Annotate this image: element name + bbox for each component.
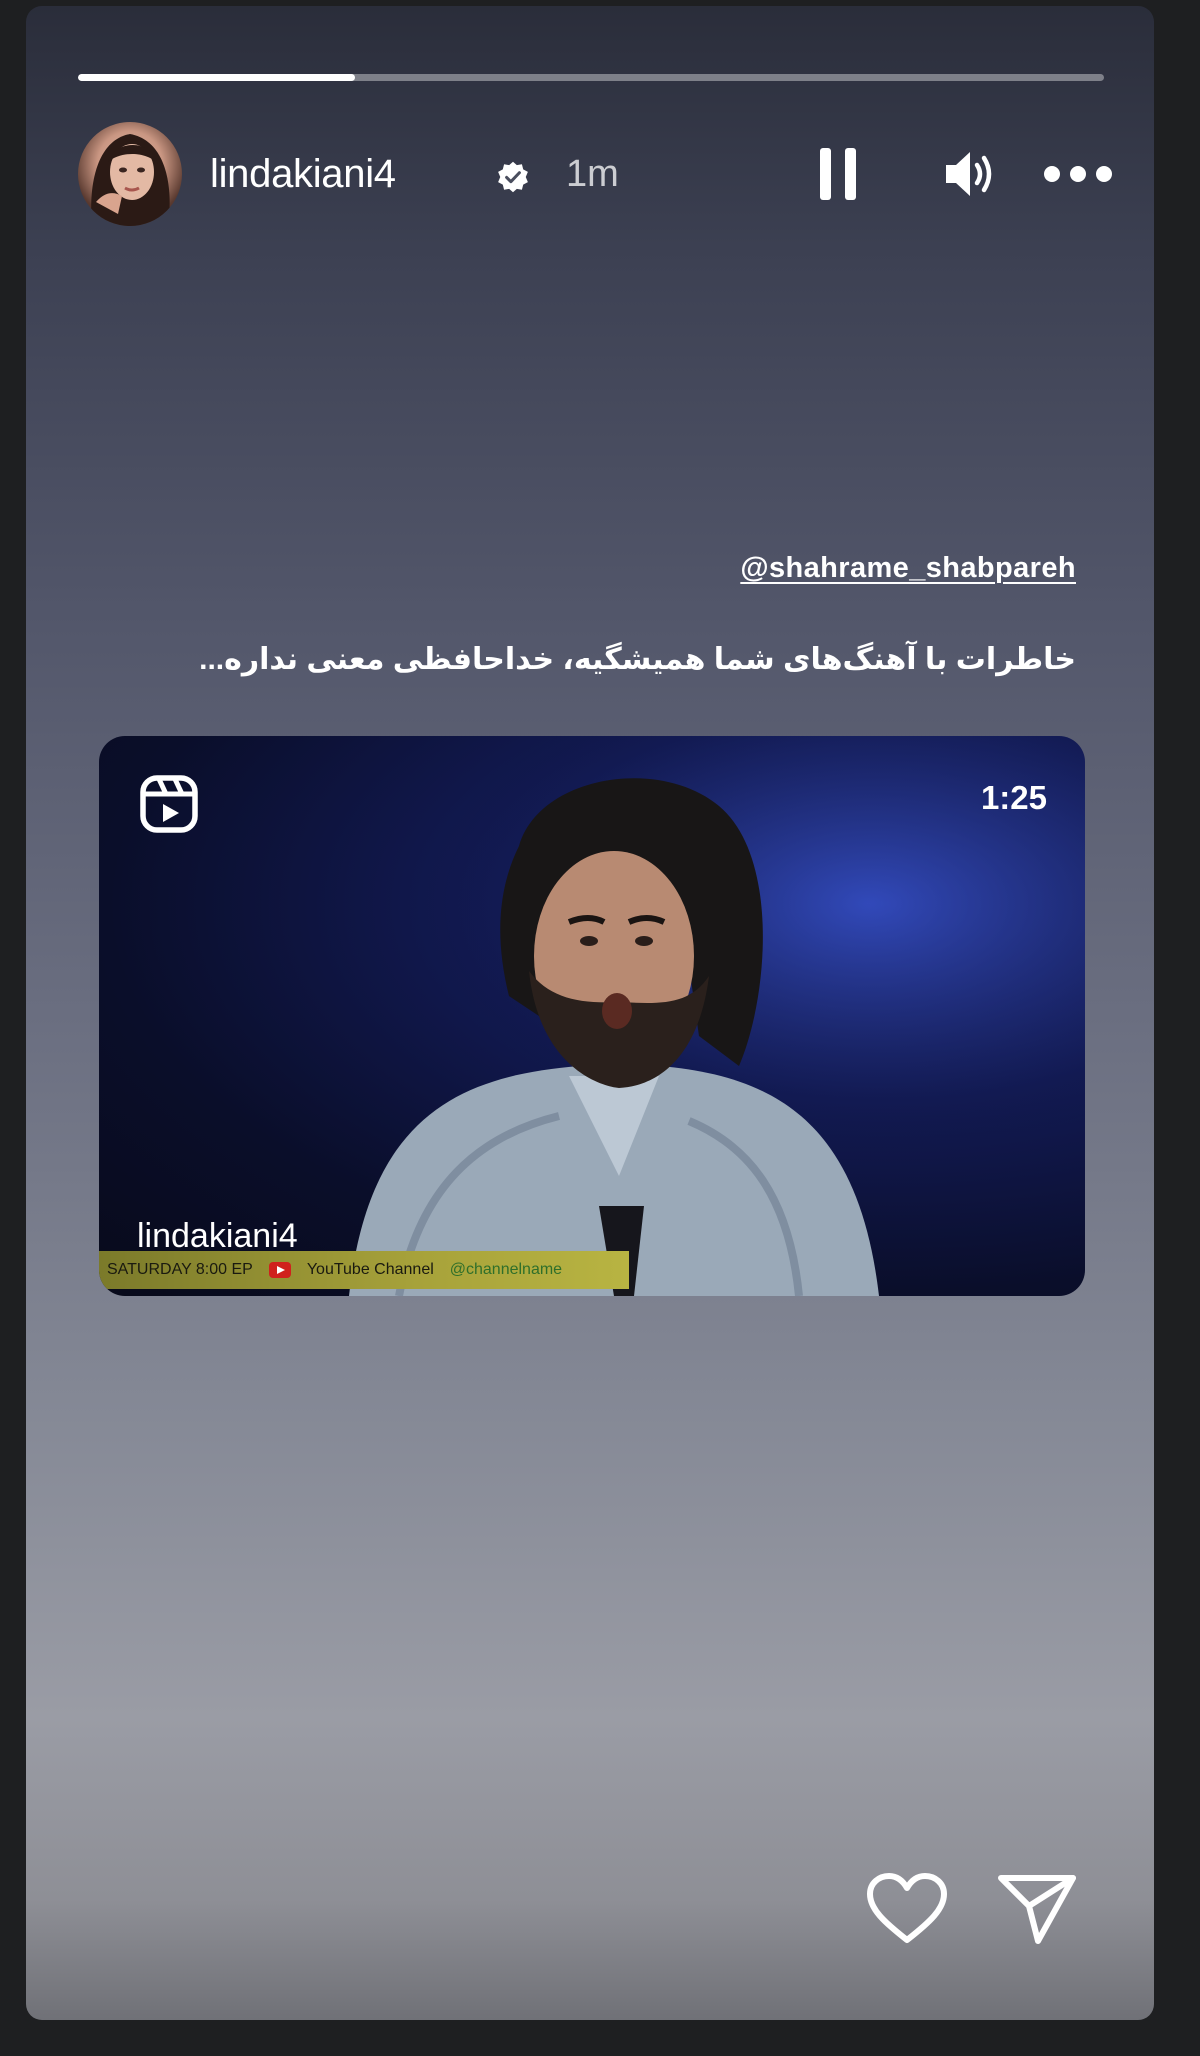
story-progress-fill	[78, 74, 356, 81]
story-caption: خاطرات با آهنگ‌های شما همیشگیه، خداحافظی…	[199, 643, 1076, 676]
reels-icon	[140, 775, 198, 833]
avatar[interactable]	[78, 122, 182, 226]
video-ticker-bar: SATURDAY 8:00 EP YouTube Channel @channe…	[99, 1251, 629, 1289]
video-duration: 1:25	[980, 779, 1047, 816]
more-options-button[interactable]	[1038, 144, 1118, 204]
share-button[interactable]	[992, 1864, 1082, 1954]
story-header: lindakiani4 1m	[78, 122, 1112, 232]
mention-sticker[interactable]: @shahrame_shabpareh	[636, 544, 1076, 592]
ticker-left-text: SATURDAY 8:00 EP	[107, 1261, 253, 1278]
pause-button[interactable]	[808, 144, 868, 204]
heart-icon	[867, 1873, 947, 1943]
video-frame-image	[99, 736, 1085, 1296]
ticker-right-text: @channelname	[449, 1261, 563, 1278]
story-viewer[interactable]: lindakiani4 1m @shahrame_shabpareh خاطرا…	[26, 6, 1154, 2020]
verified-badge-icon	[498, 161, 528, 193]
mute-button[interactable]	[940, 144, 1000, 204]
speaker-icon	[946, 152, 992, 196]
video-watermark: lindakiani4	[137, 1217, 298, 1255]
reel-video[interactable]: 1:25 lindakiani4 SATURDAY 8:00 EP YouTub…	[99, 736, 1085, 1296]
post-time: 1m	[566, 153, 619, 195]
youtube-icon	[268, 1262, 291, 1278]
story-progress-bar	[78, 74, 1104, 81]
send-icon	[998, 1875, 1076, 1944]
username[interactable]: lindakiani4	[210, 150, 396, 198]
ticker-mid-text: YouTube Channel	[306, 1261, 434, 1278]
like-button[interactable]	[862, 1864, 952, 1954]
more-dots-icon	[1044, 166, 1112, 182]
pause-icon	[820, 148, 856, 200]
